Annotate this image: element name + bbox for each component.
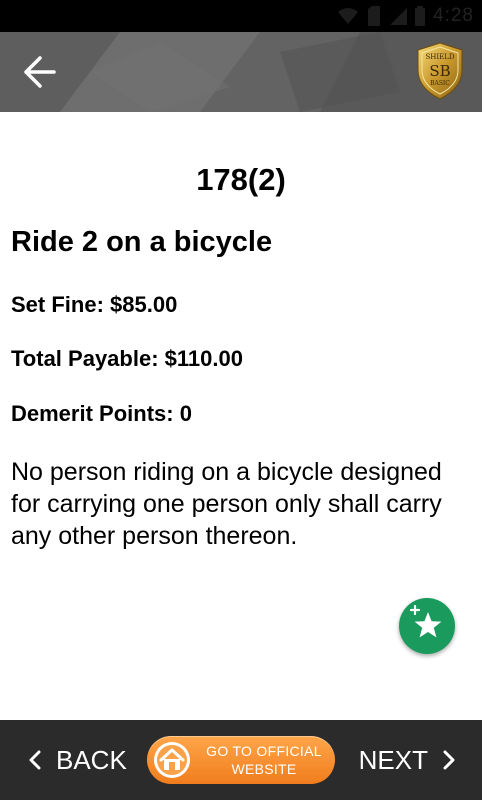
logo-line3: BASIC xyxy=(430,80,450,87)
home-icon xyxy=(153,741,191,779)
total-payable: Total Payable: $110.00 xyxy=(11,346,243,371)
wifi-icon xyxy=(338,8,359,24)
offence-code: 178(2) xyxy=(196,162,286,197)
official-website-label: GO TO OFFICIAL WEBSITE xyxy=(199,742,329,778)
arrow-left-icon xyxy=(24,56,56,88)
signal-icon xyxy=(390,8,408,25)
official-label-line1: GO TO OFFICIAL xyxy=(206,743,322,759)
back-arrow-button[interactable] xyxy=(20,54,60,90)
add-favorite-button[interactable] xyxy=(399,598,455,654)
offence-title: Ride 2 on a bicycle xyxy=(11,226,273,258)
chevron-right-icon xyxy=(443,750,455,770)
app-bar: SHIELD SB BASIC xyxy=(0,32,482,112)
app-bar-pattern xyxy=(0,32,482,112)
add-favorite-star-icon xyxy=(409,604,442,638)
official-website-button[interactable]: GO TO OFFICIAL WEBSITE xyxy=(147,736,335,784)
status-bar: 4:28 xyxy=(0,0,482,32)
demerit-points: Demerit Points: 0 xyxy=(11,401,192,426)
next-button[interactable]: NEXT xyxy=(359,720,460,800)
status-icons: 4:28 xyxy=(337,4,474,28)
official-label-line2: WEBSITE xyxy=(231,761,297,777)
back-button-label: BACK xyxy=(56,744,127,775)
sim-card-icon xyxy=(368,6,381,26)
logo-line2: SB xyxy=(429,62,450,80)
chevron-left-icon xyxy=(29,750,41,770)
bottom-nav-bar: BACK GO TO OFFICIAL WEBSITE NEXT xyxy=(0,720,482,800)
logo-line1: SHIELD xyxy=(425,53,454,61)
battery-icon xyxy=(415,6,426,26)
offence-description: No person riding on a bicycle designed f… xyxy=(11,458,442,550)
shield-logo: SHIELD SB BASIC xyxy=(417,42,463,100)
set-fine: Set Fine: $85.00 xyxy=(11,292,178,317)
next-button-label: NEXT xyxy=(358,744,428,775)
status-time: 4:28 xyxy=(433,5,474,26)
back-button[interactable]: BACK xyxy=(24,720,127,800)
